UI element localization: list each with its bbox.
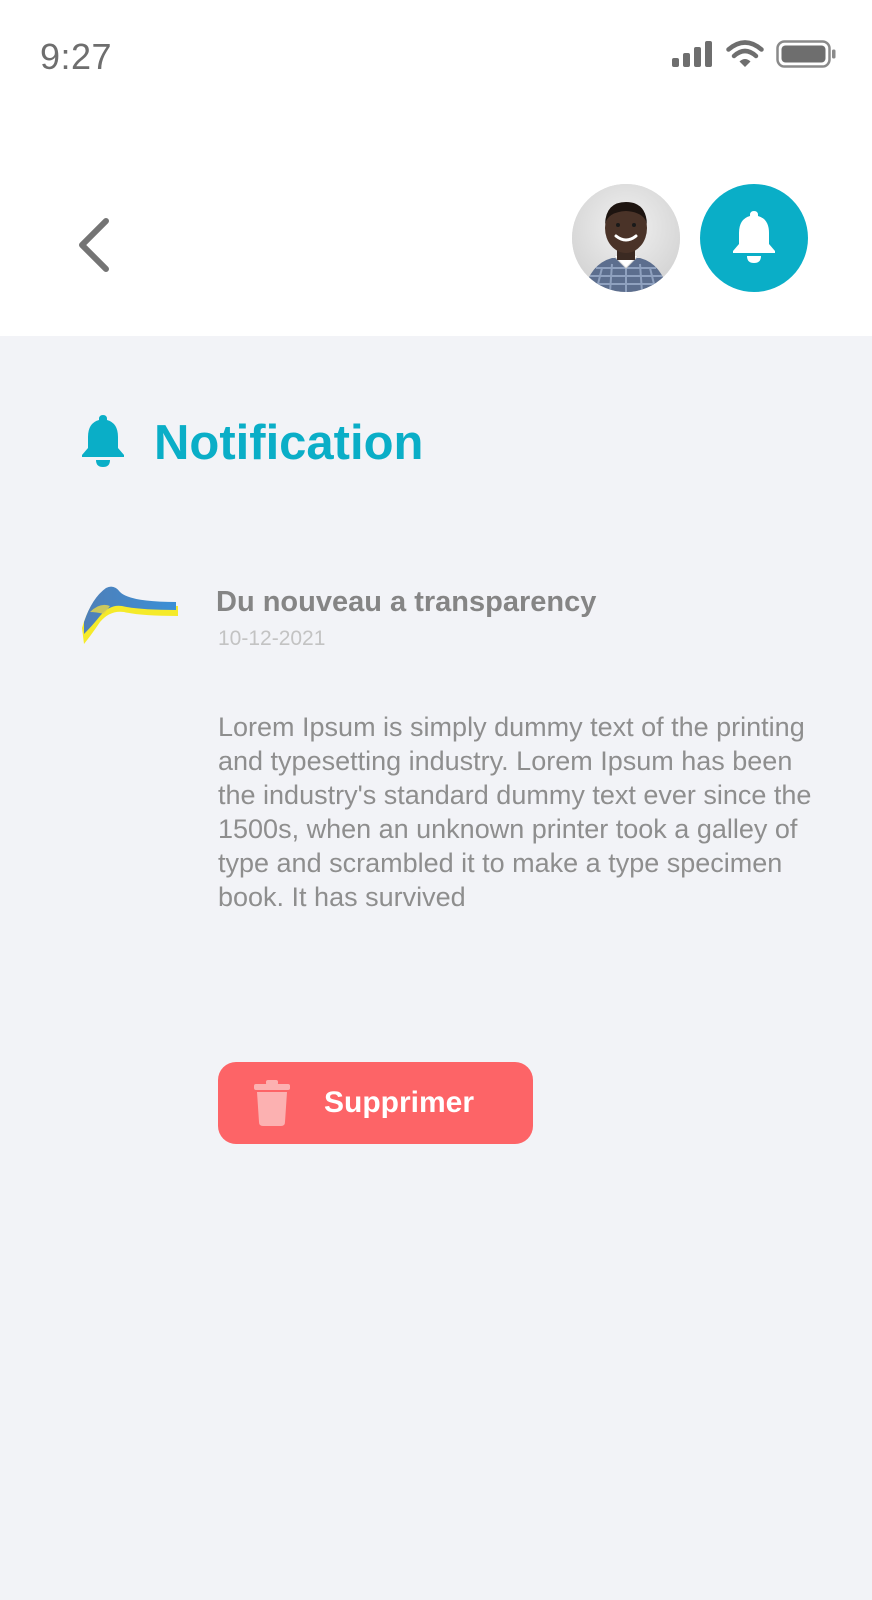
trash-icon bbox=[254, 1080, 290, 1126]
delete-button-label: Supprimer bbox=[324, 1086, 475, 1119]
wifi-icon bbox=[726, 40, 764, 68]
status-time: 9:27 bbox=[40, 36, 113, 77]
section-header: Notification bbox=[78, 412, 423, 473]
top-header-area: 9:27 bbox=[0, 0, 872, 336]
cellular-signal-icon bbox=[672, 41, 714, 67]
back-button[interactable] bbox=[70, 217, 118, 278]
bell-icon bbox=[729, 208, 779, 269]
notification-date: 10-12-2021 bbox=[218, 627, 326, 650]
notifications-button[interactable] bbox=[700, 184, 808, 292]
notification-body: Lorem Ipsum is simply dummy text of the … bbox=[218, 712, 812, 912]
notification-title: Du nouveau a transparency bbox=[216, 586, 597, 618]
page-title: Notification bbox=[154, 415, 424, 470]
delete-button[interactable]: Supprimer bbox=[218, 1062, 533, 1144]
status-bar: 9:27 bbox=[0, 0, 872, 110]
status-icons bbox=[672, 40, 836, 68]
chevron-left-icon bbox=[76, 217, 112, 278]
bell-icon bbox=[78, 412, 128, 473]
transparency-logo bbox=[80, 582, 178, 646]
user-avatar[interactable] bbox=[572, 184, 680, 292]
battery-icon bbox=[776, 40, 836, 68]
